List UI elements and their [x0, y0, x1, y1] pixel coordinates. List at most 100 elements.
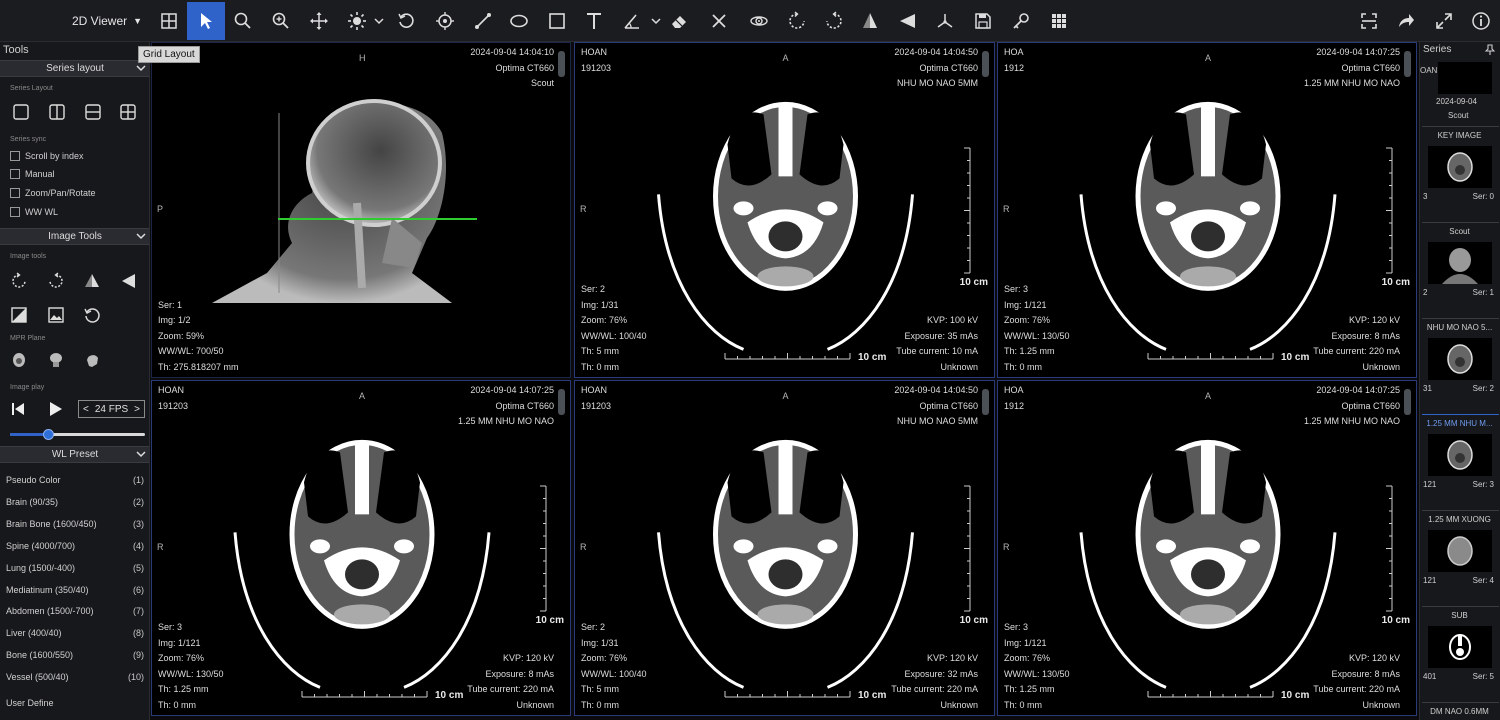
play-slider-handle[interactable]	[42, 429, 54, 440]
grid-layout-tool-button[interactable]	[150, 2, 188, 40]
wl-preset-item[interactable]: Pseudo Color (1)	[0, 469, 149, 491]
viewport-scrollbar[interactable]	[982, 389, 989, 415]
flip-horizontal-icon[interactable]	[119, 271, 139, 291]
chevron-down-icon	[136, 65, 146, 72]
rectangle-roi-tool-button[interactable]	[538, 2, 576, 40]
key-settings-tool-button[interactable]	[1002, 2, 1040, 40]
play-icon[interactable]	[45, 399, 65, 419]
mpr-axial-icon[interactable]	[9, 350, 29, 370]
apps-grid-tool-button[interactable]	[1040, 2, 1078, 40]
viewport[interactable]: HOA 1912 2024-09-04 14:07:25 Optima CT660 1.…	[997, 380, 1417, 716]
mpr-coronal-icon[interactable]	[46, 350, 66, 370]
rotate-left-tool-button[interactable]	[778, 2, 816, 40]
rotate-left-icon[interactable]	[9, 271, 29, 291]
wl-preset-item[interactable]: Liver (400/40) (8)	[0, 622, 149, 644]
layout-2x2-icon[interactable]	[118, 102, 138, 122]
viewport[interactable]: HOAN 191203 2024-09-04 14:04:50 Optima CT66…	[574, 42, 995, 378]
wl-preset-item[interactable]: Bone (1600/550) (9)	[0, 644, 149, 666]
overlay-line: Th: 0 mm	[581, 361, 620, 372]
rotate-right-tool-button[interactable]	[815, 2, 853, 40]
text-annotation-tool-button[interactable]	[575, 2, 613, 40]
fullscreen-button[interactable]	[1425, 2, 1463, 40]
viewport[interactable]: HOAN 191203 2024-09-04 14:07:25 Optima CT66…	[151, 380, 571, 716]
wl-preset-header[interactable]: WL Preset	[0, 446, 149, 463]
fps-decrease-button[interactable]: <	[83, 404, 89, 415]
flip-vertical-tool-button[interactable]	[851, 2, 889, 40]
flip-vertical-icon[interactable]	[82, 271, 102, 291]
viewport[interactable]: HOAN 191203 2024-09-04 14:04:50 Optima CT66…	[574, 380, 995, 716]
mpr-axis-tool-button[interactable]	[926, 2, 964, 40]
pan-tool-button[interactable]	[300, 2, 338, 40]
checkbox-box[interactable]	[10, 151, 20, 161]
layout-1x2-icon[interactable]	[47, 102, 67, 122]
viewport-scrollbar[interactable]	[1404, 51, 1411, 77]
wl-preset-item[interactable]: Mediatinum (350/40) (6)	[0, 579, 149, 601]
checkbox-box[interactable]	[10, 169, 20, 179]
angle-measure-tool-button[interactable]	[613, 2, 651, 40]
viewport[interactable]: 1912032024-09-04 14:04:10Optima CT660Sco…	[151, 42, 571, 378]
pointer-tool-button[interactable]	[187, 2, 225, 40]
invert-icon[interactable]	[9, 305, 29, 325]
wl-preset-item[interactable]: User Define	[0, 692, 149, 714]
viewport-scrollbar[interactable]	[558, 51, 565, 77]
fps-increase-button[interactable]: >	[134, 404, 140, 415]
skip-back-icon[interactable]	[8, 399, 28, 419]
window-level-caret[interactable]	[374, 15, 384, 27]
series-thumbnail[interactable]	[1428, 338, 1492, 380]
clear-tool-button[interactable]	[700, 2, 738, 40]
pin-icon[interactable]	[1485, 44, 1495, 56]
wl-preset-item[interactable]: Lung (1500/-400) (5)	[0, 557, 149, 579]
series-thumbnail[interactable]	[1428, 626, 1492, 668]
ellipse-roi-tool-button[interactable]	[500, 2, 538, 40]
series-thumbnail[interactable]	[1428, 434, 1492, 476]
magnify-tool-button[interactable]	[224, 2, 262, 40]
info-button[interactable]	[1462, 2, 1500, 40]
flip-horizontal-tool-button[interactable]	[889, 2, 927, 40]
mpr-sagittal-icon[interactable]	[82, 350, 102, 370]
wl-preset-item[interactable]: Abdomen (1500/-700) (7)	[0, 600, 149, 622]
save-tool-button[interactable]	[964, 2, 1002, 40]
zoom-in-tool-button[interactable]	[262, 2, 300, 40]
viewport[interactable]: HOA 1912 2024-09-04 14:07:25 Optima CT660 1.…	[997, 42, 1417, 378]
wl-preset-item[interactable]: Spine (4000/700) (4)	[0, 535, 149, 557]
apps-grid-icon	[1052, 14, 1066, 28]
fps-stepper[interactable]: < 24 FPS >	[78, 400, 145, 418]
series-thumbnail[interactable]	[1428, 530, 1492, 572]
overlay-line: WW/WL: 100/40	[581, 330, 647, 341]
play-slider-track[interactable]	[10, 433, 145, 436]
series-thumbnail[interactable]	[1428, 242, 1492, 284]
checkbox-box[interactable]	[10, 207, 20, 217]
series-thumbnail[interactable]	[1428, 146, 1492, 188]
reset-icon[interactable]	[82, 305, 102, 325]
layout-1x1-icon[interactable]	[11, 102, 31, 122]
layout-2x1-icon[interactable]	[83, 102, 103, 122]
wl-preset-item[interactable]: Brain Bone (1600/450) (3)	[0, 513, 149, 535]
line-measure-tool-button[interactable]	[464, 2, 502, 40]
eraser-tool-button[interactable]	[660, 2, 698, 40]
reset-tool-button[interactable]	[387, 2, 425, 40]
wl-preset-item[interactable]: Brain (90/35) (2)	[0, 491, 149, 513]
viewport-scrollbar[interactable]	[1404, 389, 1411, 415]
image-icon[interactable]	[46, 305, 66, 325]
viewport-scrollbar[interactable]	[982, 51, 989, 77]
checkbox-box[interactable]	[10, 188, 20, 198]
window-level-tool-button[interactable]	[338, 2, 376, 40]
angle-measure-caret[interactable]	[651, 15, 661, 27]
viewport-scrollbar[interactable]	[558, 389, 565, 415]
sync-ww-wl-checkbox[interactable]: WW WL	[10, 205, 58, 219]
series-layout-header[interactable]: Series layout	[0, 60, 149, 77]
ruler-label-horizontal: 10 cm	[858, 352, 887, 363]
share-button[interactable]	[1387, 2, 1425, 40]
image-tools-header[interactable]: Image Tools	[0, 228, 149, 245]
sync-manual-checkbox[interactable]: Manual	[10, 167, 55, 181]
sync-scroll-by-index-checkbox[interactable]: Scroll by index	[10, 149, 84, 163]
wl-preset-item[interactable]: Vessel (500/40) (10)	[0, 666, 149, 688]
sync-zoom-pan-rotate-checkbox[interactable]: Zoom/Pan/Rotate	[10, 186, 96, 200]
series-top-thumbnail[interactable]	[1438, 62, 1492, 94]
rotate-3d-tool-button[interactable]	[740, 2, 778, 40]
viewer-mode-select[interactable]: 2D Viewer ▼	[72, 10, 142, 32]
fit-screen-button[interactable]	[1350, 2, 1388, 40]
series-item-title: Scout	[1449, 227, 1470, 236]
target-tool-button[interactable]	[426, 2, 464, 40]
rotate-right-icon[interactable]	[46, 271, 66, 291]
